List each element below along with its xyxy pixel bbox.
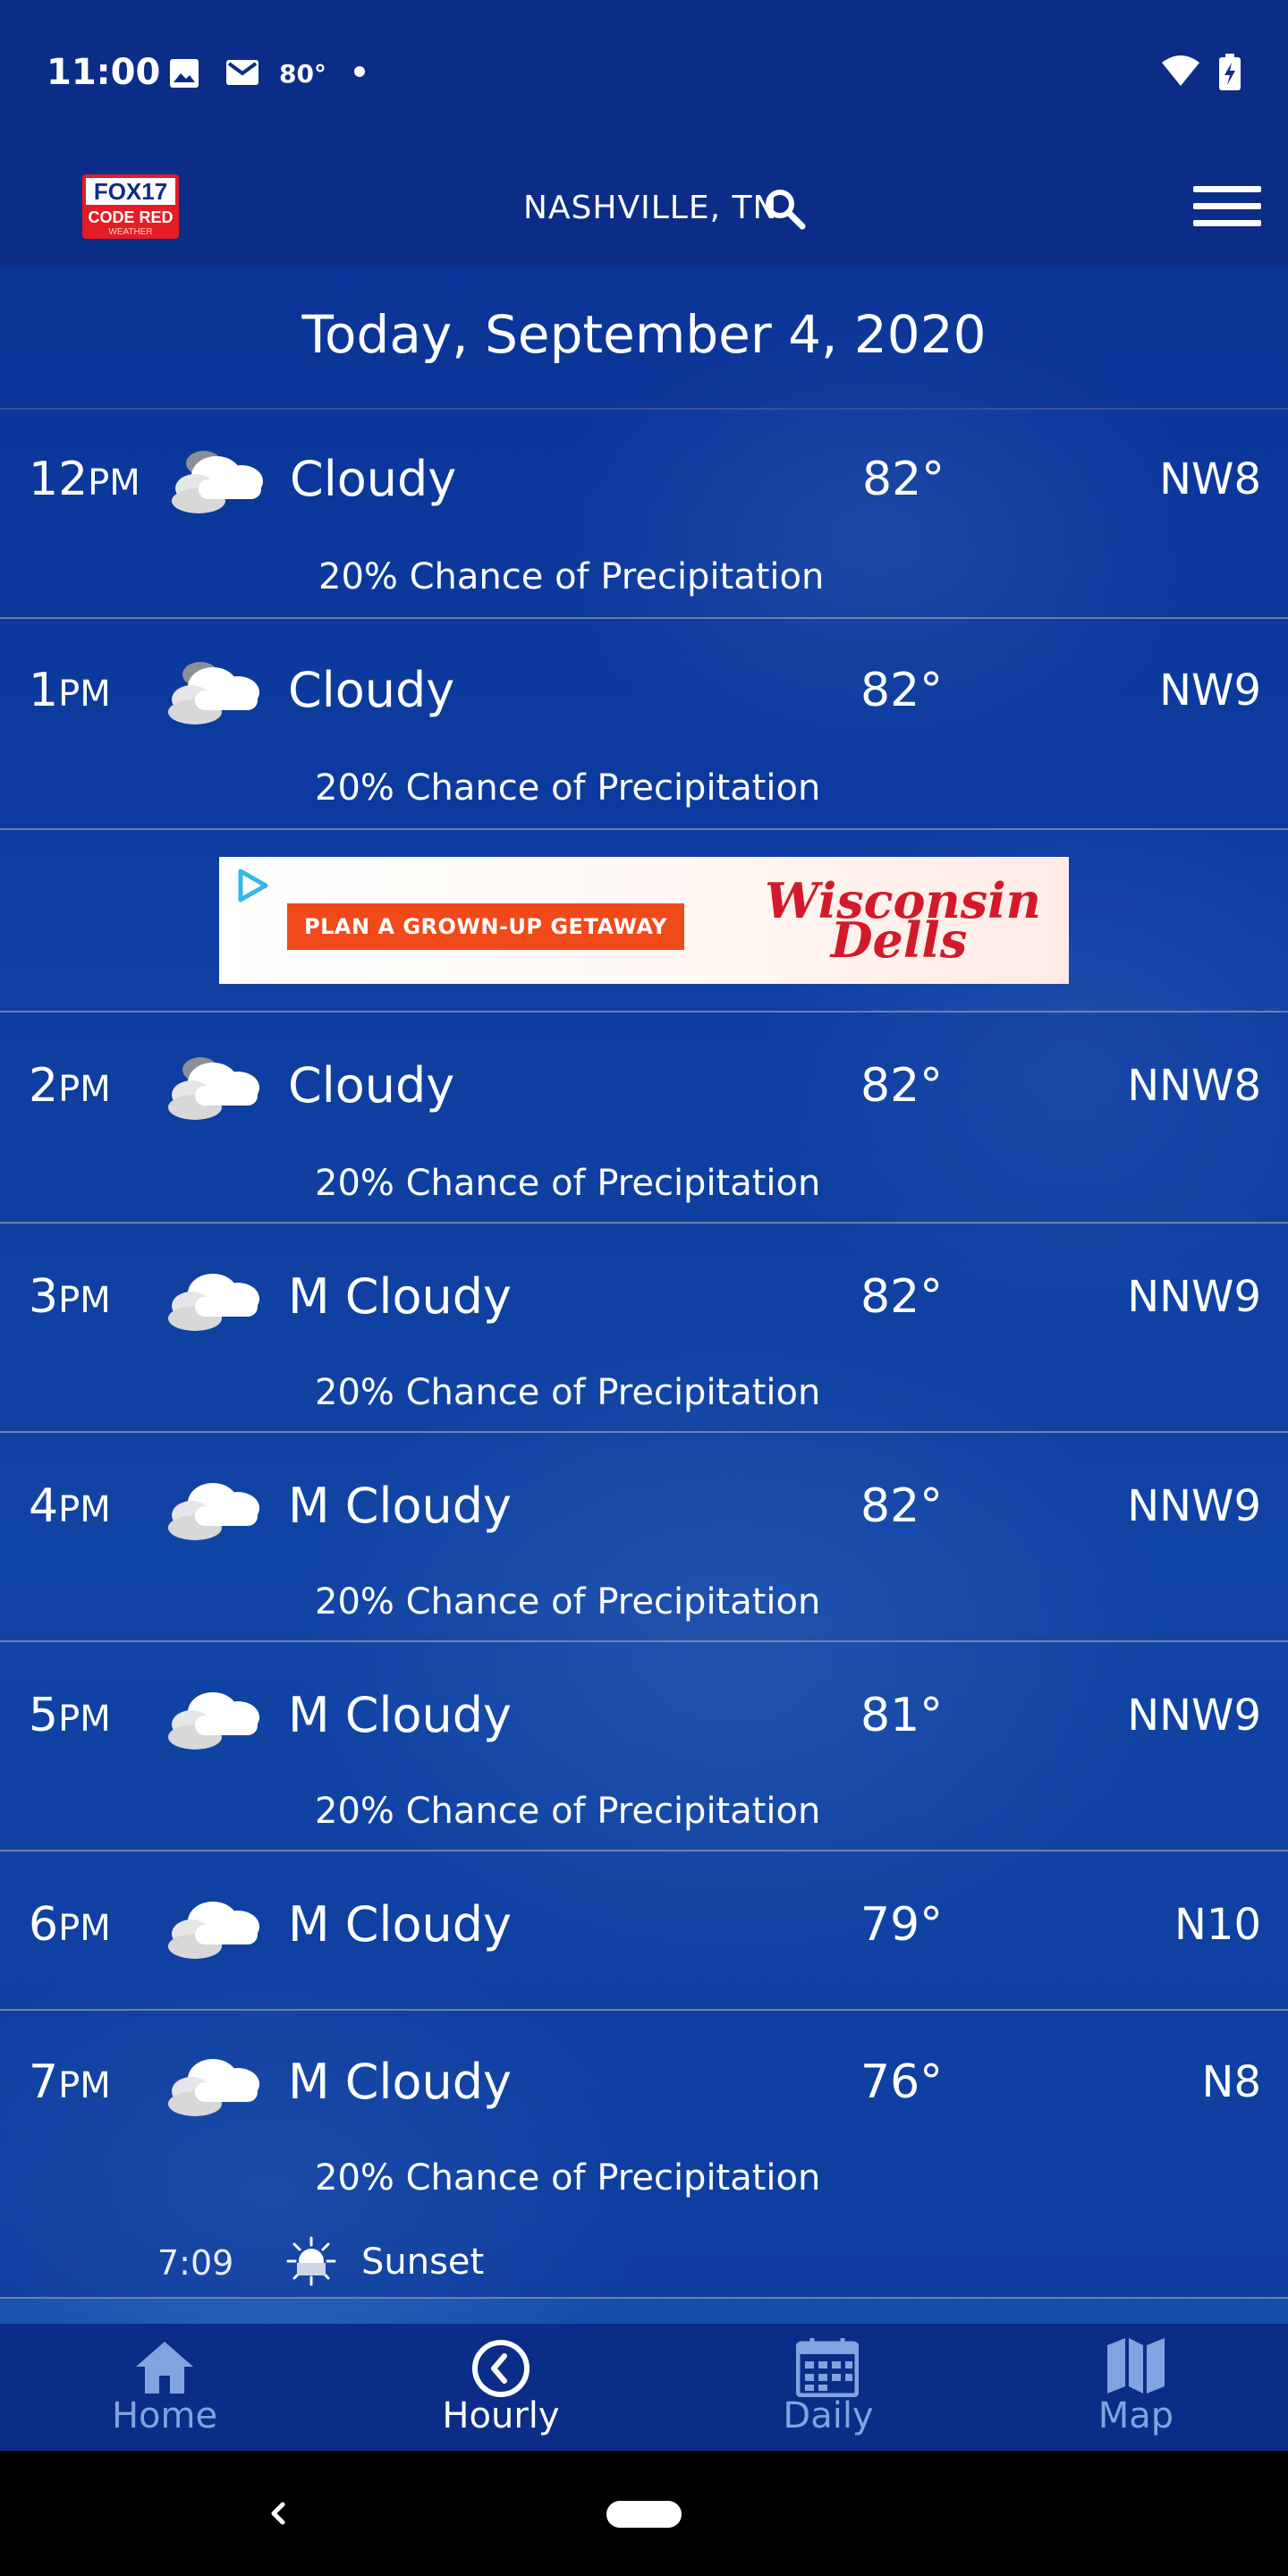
hour-precipitation: 20% Chance of Precipitation	[315, 2157, 821, 2199]
hour-condition: M Cloudy	[288, 1478, 512, 1534]
hour-temperature: 82°	[860, 1059, 944, 1113]
ad-cta-button[interactable]: PLAN A GROWN-UP GETAWAY	[287, 903, 684, 950]
hour-temperature: 81°	[860, 1689, 944, 1742]
hour-time: 3PM	[29, 1270, 111, 1324]
calendar-icon	[795, 2336, 860, 2401]
mostly-cloudy-icon	[159, 1261, 267, 1340]
status-bar: 11:00 80°	[0, 0, 1288, 143]
hour-precipitation: 20% Chance of Precipitation	[315, 1791, 821, 1832]
nav-daily-label: Daily	[783, 2395, 874, 2436]
hour-condition: M Cloudy	[288, 1896, 512, 1953]
hour-precipitation: 20% Chance of Precipitation	[315, 1581, 821, 1623]
hour-temperature: 82°	[860, 664, 944, 717]
hour-row[interactable]: 6PM M Cloudy 79° N10	[0, 1852, 1288, 2011]
map-icon	[1106, 2336, 1166, 2399]
nav-home[interactable]: Home	[75, 2324, 254, 2451]
notification-dot-icon	[354, 66, 365, 77]
svg-text:WEATHER: WEATHER	[108, 227, 152, 237]
clock-icon	[470, 2338, 531, 2402]
cloudy-icon	[163, 444, 270, 522]
hour-wind: N10	[1174, 1900, 1261, 1950]
sunset-icon	[284, 2234, 338, 2292]
search-icon[interactable]	[762, 186, 807, 234]
mostly-cloudy-icon	[159, 1470, 267, 1549]
nav-hourly[interactable]: Hourly	[411, 2324, 590, 2451]
hour-time: 2PM	[29, 1059, 111, 1113]
hour-row[interactable]: 1PM Cloudy 82° NW9 20% Chance of Precipi…	[0, 619, 1288, 830]
hour-row[interactable]: 4PM M Cloudy 82° NNW9 20% Chance of Prec…	[0, 1433, 1288, 1642]
hour-time: 12PM	[29, 453, 140, 506]
hour-temperature: 82°	[860, 1270, 944, 1324]
ad-banner[interactable]: PLAN A GROWN-UP GETAWAY Wisconsin Dells	[219, 857, 1069, 984]
hour-condition: Cloudy	[288, 662, 455, 718]
hour-wind: NNW8	[1127, 1061, 1261, 1111]
hour-wind: NW8	[1159, 454, 1261, 504]
status-temp: 80°	[279, 59, 326, 89]
hour-precipitation: 20% Chance of Precipitation	[318, 556, 825, 597]
hour-row[interactable]: 2PM Cloudy 82° NNW8 20% Chance of Precip…	[0, 1013, 1288, 1224]
hour-temperature: 76°	[860, 2055, 944, 2109]
mostly-cloudy-icon	[159, 1889, 267, 1968]
hour-row[interactable]: 7PM M Cloudy 76° N8 20% Chance of Precip…	[0, 2011, 1288, 2299]
battery-charging-icon	[1218, 54, 1241, 95]
ad-choices-icon[interactable]	[235, 868, 271, 907]
hour-time: 7PM	[29, 2055, 111, 2109]
hour-condition: M Cloudy	[288, 2054, 512, 2110]
hour-wind: NNW9	[1127, 1272, 1261, 1322]
hour-condition: Cloudy	[290, 451, 457, 507]
nav-daily[interactable]: Daily	[739, 2324, 918, 2451]
date-header: Today, September 4, 2020	[0, 265, 1288, 410]
hour-condition: M Cloudy	[288, 1268, 512, 1325]
location-label[interactable]: NASHVILLE, TN	[523, 190, 777, 226]
hour-precipitation: 20% Chance of Precipitation	[315, 1372, 821, 1413]
ad-row: PLAN A GROWN-UP GETAWAY Wisconsin Dells	[0, 830, 1288, 1013]
hour-temperature: 79°	[860, 1898, 944, 1952]
nav-home-label: Home	[111, 2395, 218, 2436]
fox17-logo[interactable]: FOX17 CODE RED WEATHER	[82, 174, 179, 239]
back-icon[interactable]	[261, 2492, 293, 2538]
home-pill-button[interactable]	[606, 2501, 682, 2528]
hour-wind: NNW9	[1127, 1690, 1261, 1741]
nav-map[interactable]: Map	[1046, 2324, 1225, 2451]
hour-wind: NW9	[1159, 665, 1261, 716]
mostly-cloudy-icon	[159, 2046, 267, 2125]
hour-wind: N8	[1201, 2057, 1261, 2107]
mostly-cloudy-icon	[159, 1680, 267, 1758]
svg-text:CODE RED: CODE RED	[88, 208, 173, 226]
wifi-icon	[1161, 54, 1200, 91]
hamburger-menu-icon[interactable]	[1193, 184, 1261, 233]
hour-wind: NNW9	[1127, 1481, 1261, 1531]
cloudy-icon	[159, 1050, 267, 1129]
sunset-time: 7:09	[157, 2243, 234, 2283]
app-header: FOX17 CODE RED WEATHER NASHVILLE, TN	[0, 143, 1288, 265]
cloudy-icon	[159, 655, 267, 733]
hour-temperature: 82°	[862, 453, 945, 506]
hour-time: 1PM	[29, 664, 111, 717]
sunset-label: Sunset	[361, 2241, 485, 2283]
nav-map-label: Map	[1097, 2395, 1174, 2436]
nav-hourly-label: Hourly	[442, 2395, 560, 2436]
status-time: 11:00	[47, 52, 161, 93]
date-title: Today, September 4, 2020	[301, 304, 987, 365]
hour-row[interactable]: 12PM Cloudy 82° NW8 20% Chance of Precip…	[0, 408, 1288, 619]
hour-time: 4PM	[29, 1479, 111, 1533]
hour-temperature: 82°	[860, 1479, 944, 1533]
hour-precipitation: 20% Chance of Precipitation	[315, 767, 821, 809]
hour-condition: Cloudy	[288, 1057, 455, 1114]
image-icon	[168, 57, 200, 93]
system-navigation-bar	[0, 2451, 1288, 2576]
mail-icon	[225, 57, 259, 91]
svg-text:FOX17: FOX17	[94, 178, 167, 205]
hour-time: 5PM	[29, 1689, 111, 1742]
ad-brand-logo: Wisconsin Dells	[765, 872, 1041, 969]
bottom-nav: Home Hourly Daily Map	[0, 2324, 1288, 2451]
hour-precipitation: 20% Chance of Precipitation	[315, 1163, 821, 1204]
home-icon	[132, 2338, 197, 2399]
hour-condition: M Cloudy	[288, 1687, 512, 1743]
hour-row[interactable]: 3PM M Cloudy 82° NNW9 20% Chance of Prec…	[0, 1224, 1288, 1433]
hour-row[interactable]: 5PM M Cloudy 81° NNW9 20% Chance of Prec…	[0, 1642, 1288, 1852]
hour-time: 6PM	[29, 1898, 111, 1952]
